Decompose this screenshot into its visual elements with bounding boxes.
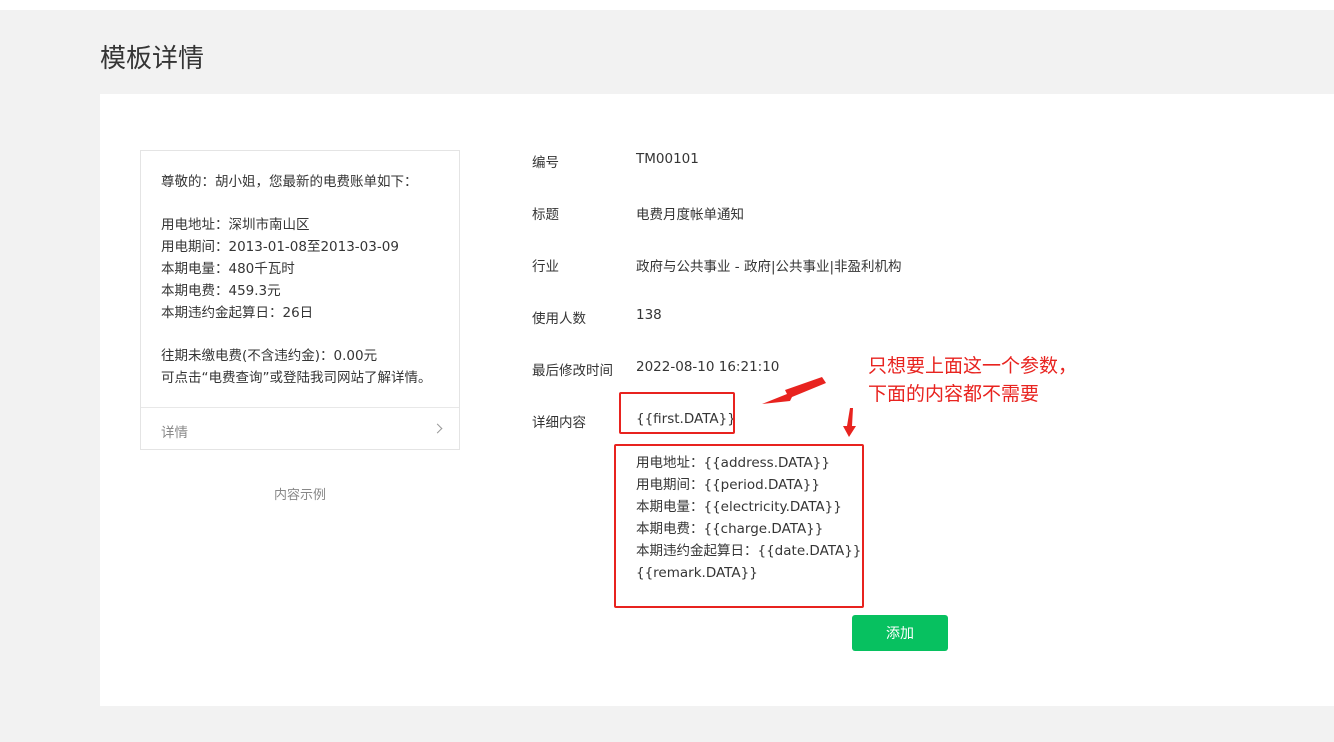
modified-label: 最后修改时间	[532, 363, 613, 379]
preview-greeting: 尊敬的：胡小姐，您最新的电费账单如下：	[161, 174, 418, 190]
preview-detail-link[interactable]: 详情	[141, 408, 459, 451]
modified-value: 2022-08-10 16:21:10	[636, 359, 780, 375]
annotation-line: 下面的内容都不需要	[868, 383, 1040, 405]
users-label: 使用人数	[532, 311, 586, 327]
preview-line: 用电地址：深圳市南山区	[161, 217, 310, 233]
preview-footer-line: 往期未缴电费(不含违约金)：0.00元	[161, 348, 378, 364]
preview-line: 本期电费：459.3元	[161, 283, 281, 299]
add-button[interactable]: 添加	[852, 615, 948, 651]
users-value: 138	[636, 307, 662, 323]
preview-footer: 往期未缴电费(不含违约金)：0.00元 可点击“电费查询”或登陆我司网站了解详情…	[161, 345, 432, 389]
chevron-right-icon	[432, 423, 443, 434]
preview-line: 用电期间：2013-01-08至2013-03-09	[161, 239, 399, 255]
code-value: TM00101	[636, 151, 699, 167]
annotation-line: 只想要上面这一个参数，	[868, 355, 1078, 377]
title-label: 标题	[532, 207, 559, 223]
content-label: 详细内容	[532, 415, 586, 431]
preview-detail-label: 详情	[161, 425, 188, 441]
content-preview: 尊敬的：胡小姐，您最新的电费账单如下： 用电地址：深圳市南山区 用电期间：201…	[140, 150, 460, 450]
code-label: 编号	[532, 155, 559, 171]
page-title: 模板详情	[100, 44, 205, 74]
industry-value: 政府与公共事业 - 政府|公共事业|非盈利机构	[636, 259, 902, 275]
title-value: 电费月度帐单通知	[636, 207, 744, 223]
preview-line: 本期电量：480千瓦时	[161, 261, 295, 277]
top-band	[0, 0, 1334, 10]
preview-footer-line: 可点击“电费查询”或登陆我司网站了解详情。	[161, 370, 432, 386]
highlight-box-content-params	[614, 444, 864, 608]
preview-lines: 用电地址：深圳市南山区 用电期间：2013-01-08至2013-03-09 本…	[161, 214, 399, 324]
industry-label: 行业	[532, 259, 559, 275]
preview-line: 本期违约金起算日：26日	[161, 305, 314, 321]
preview-caption: 内容示例	[274, 488, 327, 503]
highlight-box-first-param	[619, 392, 735, 434]
annotation-note: 只想要上面这一个参数， 下面的内容都不需要	[868, 352, 1077, 408]
